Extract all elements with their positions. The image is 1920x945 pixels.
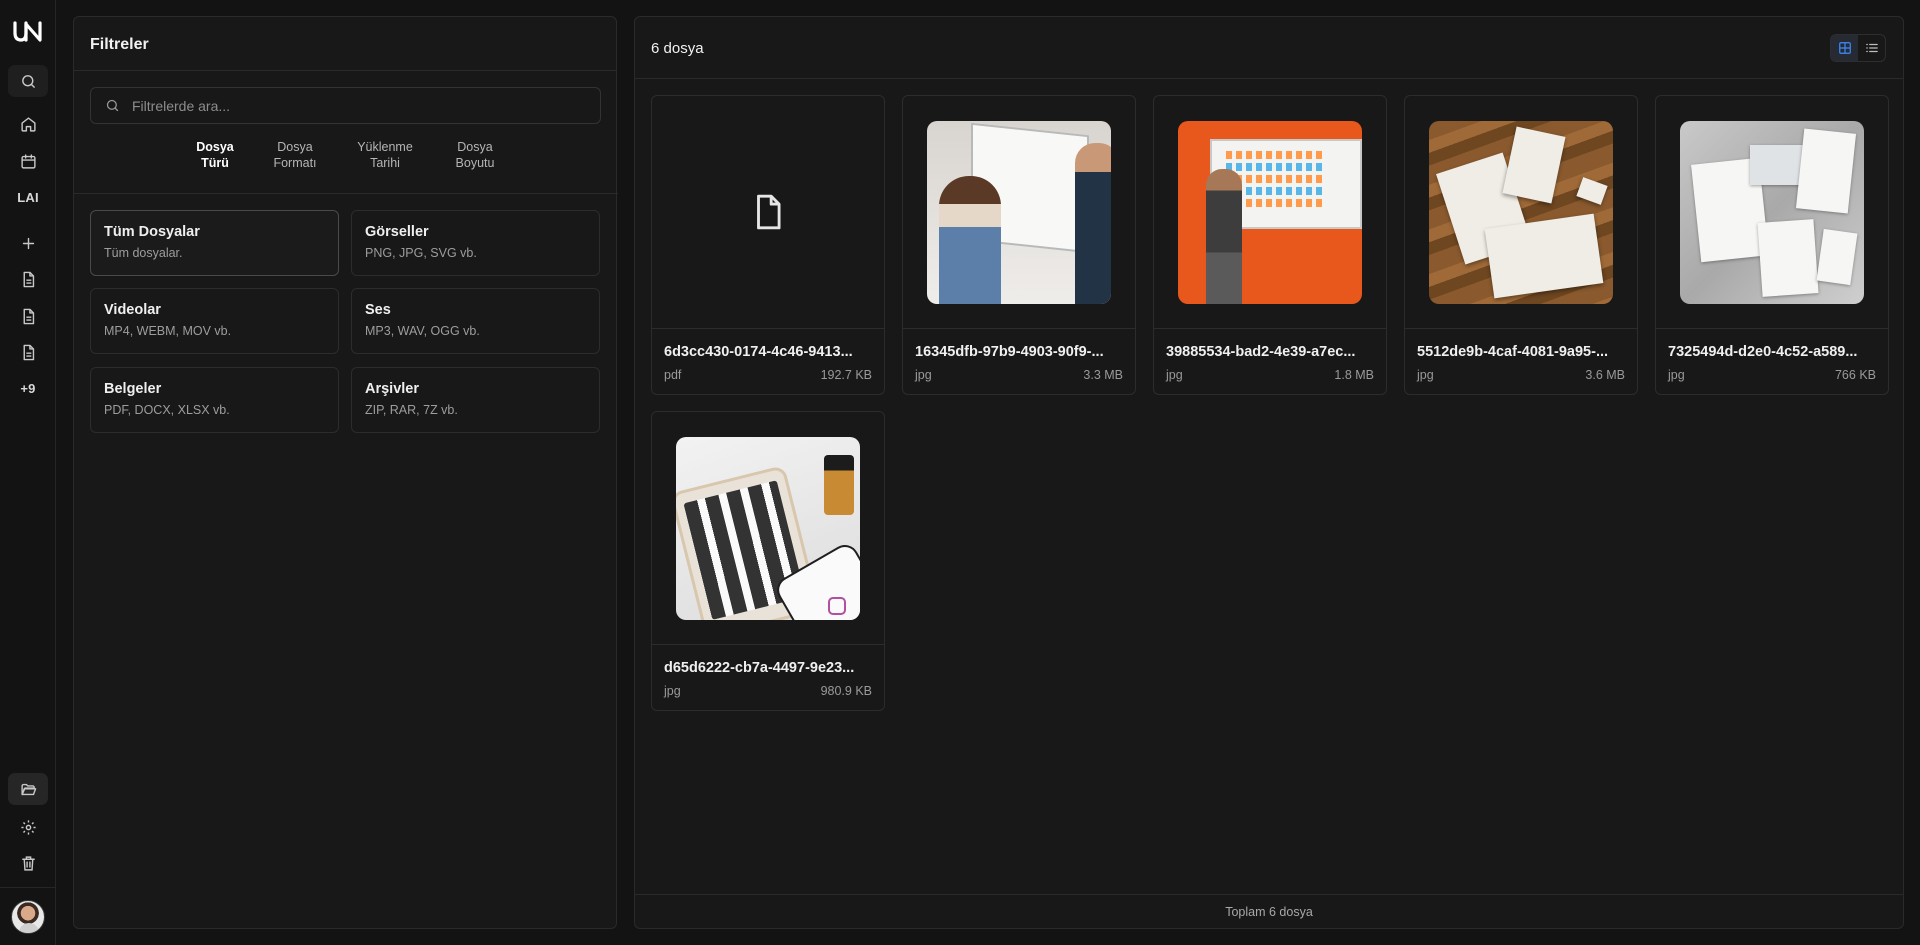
rail-divider	[0, 887, 56, 888]
tab-file-size[interactable]: Dosya Boyutu	[435, 139, 515, 171]
document-icon	[757, 194, 781, 230]
more-items-label: +9	[20, 380, 36, 396]
category-desc: Tüm dosyalar.	[104, 246, 183, 260]
file-count: 6 dosya	[651, 40, 704, 57]
category-archives[interactable]: Arşivler ZIP, RAR, 7Z vb.	[351, 367, 600, 433]
stationery-marble-photo	[1680, 120, 1864, 304]
tab-label-line: Dosya	[196, 140, 234, 154]
category-desc: PDF, DOCX, XLSX vb.	[104, 403, 230, 417]
tab-label-line: Boyutu	[455, 156, 495, 170]
tab-file-type[interactable]: Dosya Türü	[175, 139, 255, 171]
file-thumbnail	[652, 96, 884, 329]
avatar[interactable]	[11, 900, 45, 934]
file-card[interactable]: 6d3cc430-0174-4c46-9413... pdf 192.7 KB	[651, 95, 885, 395]
calendar-icon[interactable]	[8, 145, 48, 177]
folder-open-icon[interactable]	[8, 773, 48, 805]
orange-wall-photo	[1178, 120, 1362, 304]
file-size: 766 KB	[1834, 368, 1876, 382]
file-card[interactable]: 7325494d-d2e0-4c52-a589... jpg 766 KB	[1655, 95, 1889, 395]
category-title: Görseller	[365, 224, 429, 240]
category-title: Belgeler	[104, 381, 162, 397]
file-card[interactable]: 16345dfb-97b9-4903-90f9-... jpg 3.3 MB	[902, 95, 1136, 395]
home-icon[interactable]	[8, 108, 48, 140]
file-thumbnail	[1656, 96, 1888, 329]
tab-label-line: Dosya	[277, 140, 313, 154]
view-toggle	[1830, 34, 1886, 62]
file-name: 6d3cc430-0174-4c46-9413...	[664, 344, 853, 360]
file-ext: jpg	[1166, 368, 1183, 382]
filters-title: Filtreler	[74, 17, 616, 71]
category-title: Tüm Dosyalar	[104, 224, 200, 240]
file-ext: pdf	[664, 368, 682, 382]
file-size: 980.9 KB	[820, 684, 872, 698]
tab-upload-date[interactable]: Yüklenme Tarihi	[345, 139, 425, 171]
file-name: 7325494d-d2e0-4c52-a589...	[1668, 344, 1858, 360]
trash-icon[interactable]	[8, 847, 48, 879]
category-videos[interactable]: Videolar MP4, WEBM, MOV vb.	[90, 288, 339, 354]
file-thumbnail	[1154, 96, 1386, 329]
tab-label-line: Formatı	[273, 156, 317, 170]
search-icon[interactable]	[8, 65, 48, 97]
lai-logo[interactable]: LAI	[8, 181, 48, 213]
file-ext: jpg	[1668, 368, 1685, 382]
file-name: 39885534-bad2-4e39-a7ec...	[1166, 344, 1356, 360]
file-name: d65d6222-cb7a-4497-9e23...	[664, 660, 855, 676]
file-ext: jpg	[1417, 368, 1434, 382]
files-footer: Toplam 6 dosya	[635, 894, 1903, 928]
tab-label-line: Dosya	[457, 140, 493, 154]
category-desc: PNG, JPG, SVG vb.	[365, 246, 477, 260]
document-icon[interactable]	[8, 263, 48, 295]
file-thumbnail	[903, 96, 1135, 329]
files-panel: 6 dosya 6d3cc430-0174-4c46-9413... pdf 1…	[634, 16, 1904, 929]
file-size: 192.7 KB	[820, 368, 872, 382]
tab-label-line: Türü	[201, 156, 229, 170]
tablet-photo	[676, 436, 860, 620]
left-rail: LAI +9	[0, 0, 56, 945]
files-header: 6 dosya	[635, 17, 1903, 79]
file-size: 1.8 MB	[1334, 368, 1374, 382]
filter-search-input[interactable]	[132, 97, 572, 114]
lai-label: LAI	[17, 189, 39, 205]
category-all-files[interactable]: Tüm Dosyalar Tüm dosyalar.	[90, 210, 339, 276]
plus-icon[interactable]	[8, 227, 48, 259]
category-images[interactable]: Görseller PNG, JPG, SVG vb.	[351, 210, 600, 276]
file-name: 5512de9b-4caf-4081-9a95-...	[1417, 344, 1609, 360]
tab-file-format[interactable]: Dosya Formatı	[255, 139, 335, 171]
grid-view-icon[interactable]	[1831, 35, 1858, 61]
app-logo[interactable]	[13, 20, 43, 44]
tabs-divider	[74, 193, 618, 194]
file-size: 3.6 MB	[1585, 368, 1625, 382]
file-card[interactable]: 39885534-bad2-4e39-a7ec... jpg 1.8 MB	[1153, 95, 1387, 395]
file-thumbnail	[1405, 96, 1637, 329]
document-icon[interactable]	[8, 300, 48, 332]
file-ext: jpg	[915, 368, 932, 382]
filters-panel: Filtreler Dosya Türü Dosya Formatı Yükle…	[73, 16, 618, 929]
filter-search[interactable]	[90, 87, 601, 124]
file-card[interactable]: d65d6222-cb7a-4497-9e23... jpg 980.9 KB	[651, 411, 885, 711]
tab-label-line: Tarihi	[370, 156, 400, 170]
file-card[interactable]: 5512de9b-4caf-4081-9a95-... jpg 3.6 MB	[1404, 95, 1638, 395]
whiteboard-photo	[927, 120, 1111, 304]
category-title: Videolar	[104, 302, 161, 318]
papers-on-wood-photo	[1429, 120, 1613, 304]
list-view-icon[interactable]	[1858, 35, 1885, 61]
search-icon	[106, 99, 119, 112]
tab-label-line: Yüklenme	[357, 140, 413, 154]
category-desc: ZIP, RAR, 7Z vb.	[365, 403, 458, 417]
category-desc: MP4, WEBM, MOV vb.	[104, 324, 232, 338]
category-documents[interactable]: Belgeler PDF, DOCX, XLSX vb.	[90, 367, 339, 433]
category-title: Arşivler	[365, 381, 420, 397]
category-desc: MP3, WAV, OGG vb.	[365, 324, 480, 338]
document-icon[interactable]	[8, 336, 48, 368]
filter-tabs: Dosya Türü Dosya Formatı Yüklenme Tarihi…	[74, 139, 618, 189]
file-size: 3.3 MB	[1083, 368, 1123, 382]
category-audio[interactable]: Ses MP3, WAV, OGG vb.	[351, 288, 600, 354]
more-items-button[interactable]: +9	[8, 372, 48, 404]
file-name: 16345dfb-97b9-4903-90f9-...	[915, 344, 1104, 360]
file-ext: jpg	[664, 684, 681, 698]
category-title: Ses	[365, 302, 391, 318]
gear-icon[interactable]	[8, 811, 48, 843]
file-thumbnail	[652, 412, 884, 645]
